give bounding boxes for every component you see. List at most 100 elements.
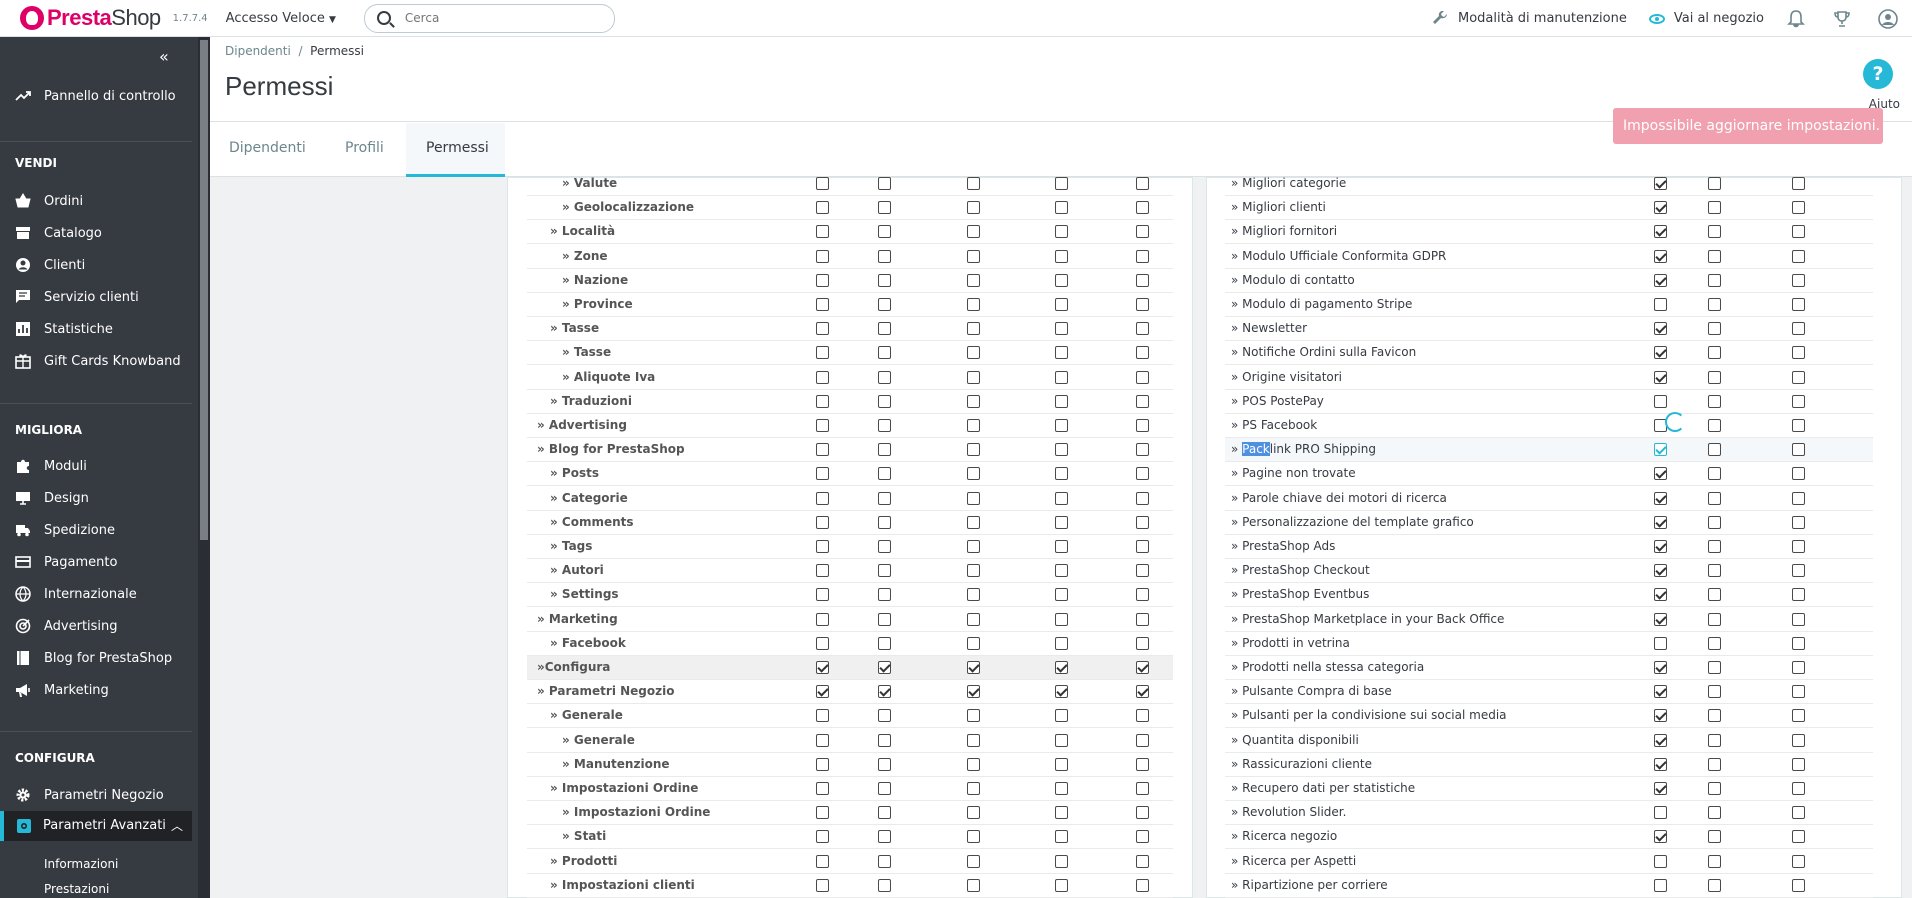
permission-checkbox[interactable] bbox=[967, 612, 980, 626]
bell-icon[interactable] bbox=[1786, 9, 1806, 29]
permission-checkbox[interactable] bbox=[878, 564, 891, 578]
permission-checkbox[interactable] bbox=[1792, 491, 1805, 505]
permission-checkbox[interactable] bbox=[1136, 443, 1149, 457]
permission-checkbox[interactable] bbox=[1654, 588, 1667, 602]
permission-checkbox[interactable] bbox=[1708, 540, 1721, 553]
permission-checkbox[interactable] bbox=[878, 515, 891, 529]
permission-checkbox[interactable] bbox=[1792, 612, 1805, 626]
permission-checkbox[interactable] bbox=[1792, 564, 1805, 578]
permission-checkbox[interactable] bbox=[1792, 540, 1805, 553]
permission-checkbox[interactable] bbox=[816, 298, 829, 311]
permission-checkbox[interactable] bbox=[878, 491, 891, 505]
sidebar-item-customer-service[interactable]: Servizio clienti bbox=[0, 284, 192, 310]
tab-employees[interactable]: Dipendenti bbox=[229, 140, 306, 156]
permission-checkbox[interactable] bbox=[1654, 782, 1667, 795]
permission-checkbox[interactable] bbox=[967, 370, 980, 384]
permission-checkbox[interactable] bbox=[816, 394, 829, 408]
permission-checkbox[interactable] bbox=[1136, 588, 1149, 602]
permission-checkbox[interactable] bbox=[1708, 685, 1721, 699]
permission-checkbox[interactable] bbox=[1792, 854, 1805, 868]
help-icon[interactable]: ? bbox=[1863, 59, 1893, 89]
sidebar-subitem-performance[interactable]: Prestazioni bbox=[44, 882, 109, 896]
permission-checkbox[interactable] bbox=[878, 782, 891, 795]
permission-checkbox[interactable] bbox=[1708, 249, 1721, 263]
permission-checkbox[interactable] bbox=[816, 540, 829, 553]
permission-checkbox[interactable] bbox=[878, 830, 891, 844]
sidebar-item-blog[interactable]: Blog for PrestaShop bbox=[0, 645, 192, 671]
permission-checkbox[interactable] bbox=[878, 733, 891, 747]
permission-checkbox[interactable] bbox=[816, 806, 829, 820]
permission-checkbox[interactable] bbox=[816, 757, 829, 771]
permission-checkbox[interactable] bbox=[967, 394, 980, 408]
permission-checkbox[interactable] bbox=[816, 612, 829, 626]
permission-checkbox[interactable] bbox=[967, 491, 980, 505]
permission-checkbox[interactable] bbox=[1792, 830, 1805, 844]
permission-checkbox[interactable] bbox=[878, 878, 891, 892]
permission-checkbox[interactable] bbox=[1792, 201, 1805, 215]
permission-checkbox[interactable] bbox=[1136, 830, 1149, 844]
sidebar-item-customers[interactable]: Clienti bbox=[0, 252, 192, 278]
permission-checkbox[interactable] bbox=[1136, 854, 1149, 868]
permission-checkbox[interactable] bbox=[878, 394, 891, 408]
permission-checkbox[interactable] bbox=[967, 540, 980, 553]
permission-checkbox[interactable] bbox=[1654, 685, 1667, 699]
error-alert[interactable]: Impossibile aggiornare impostazioni. × bbox=[1613, 108, 1883, 170]
permission-checkbox[interactable] bbox=[967, 419, 980, 432]
permission-checkbox[interactable] bbox=[1654, 661, 1667, 674]
sidebar-item-marketing[interactable]: Marketing bbox=[0, 677, 192, 703]
permission-checkbox[interactable] bbox=[1055, 225, 1068, 239]
permission-checkbox[interactable] bbox=[1055, 733, 1068, 747]
search-icon[interactable] bbox=[376, 11, 391, 25]
permission-checkbox[interactable] bbox=[1708, 322, 1721, 336]
permission-checkbox[interactable] bbox=[878, 636, 891, 650]
permission-checkbox[interactable] bbox=[816, 177, 829, 190]
permission-checkbox[interactable] bbox=[967, 201, 980, 215]
permission-checkbox[interactable] bbox=[1654, 636, 1667, 650]
permission-checkbox[interactable] bbox=[1792, 467, 1805, 481]
permission-checkbox[interactable] bbox=[1654, 733, 1667, 747]
sidebar-item-shop-parameters[interactable]: Parametri Negozio bbox=[0, 782, 192, 808]
permission-checkbox[interactable] bbox=[1708, 177, 1721, 190]
permission-checkbox[interactable] bbox=[878, 273, 891, 287]
permission-checkbox[interactable] bbox=[1654, 515, 1667, 529]
permission-checkbox[interactable] bbox=[1792, 346, 1805, 360]
permission-checkbox[interactable] bbox=[1708, 225, 1721, 239]
permission-checkbox[interactable] bbox=[1055, 540, 1068, 553]
permission-checkbox[interactable] bbox=[1136, 685, 1149, 699]
sidebar-item-shipping[interactable]: Spedizione bbox=[0, 517, 192, 543]
permission-checkbox[interactable] bbox=[1654, 322, 1667, 336]
permission-checkbox[interactable] bbox=[1055, 201, 1068, 215]
visit-shop-link[interactable]: Vai al negozio bbox=[1648, 11, 1764, 26]
permission-checkbox[interactable] bbox=[878, 249, 891, 263]
sidebar-item-orders[interactable]: Ordini bbox=[0, 188, 192, 214]
permission-checkbox[interactable] bbox=[1654, 830, 1667, 844]
permission-checkbox[interactable] bbox=[1708, 854, 1721, 868]
permission-checkbox[interactable] bbox=[1055, 419, 1068, 432]
permission-checkbox[interactable] bbox=[1654, 346, 1667, 360]
permission-checkbox[interactable] bbox=[1792, 419, 1805, 432]
permission-checkbox[interactable] bbox=[1055, 273, 1068, 287]
permission-checkbox[interactable] bbox=[1136, 225, 1149, 239]
sidebar-item-stats[interactable]: Statistiche bbox=[0, 316, 192, 342]
permission-checkbox[interactable] bbox=[967, 588, 980, 602]
permission-checkbox[interactable] bbox=[967, 782, 980, 795]
permission-checkbox[interactable] bbox=[1708, 661, 1721, 674]
permission-checkbox[interactable] bbox=[878, 370, 891, 384]
permission-checkbox[interactable] bbox=[1708, 830, 1721, 844]
permission-checkbox[interactable] bbox=[816, 370, 829, 384]
permission-checkbox[interactable] bbox=[1792, 661, 1805, 674]
sidebar-subitem-information[interactable]: Informazioni bbox=[44, 857, 118, 871]
permission-checkbox[interactable] bbox=[1708, 588, 1721, 602]
permission-checkbox[interactable] bbox=[816, 661, 829, 674]
permission-checkbox[interactable] bbox=[1055, 588, 1068, 602]
permission-checkbox[interactable] bbox=[967, 177, 980, 190]
search-box[interactable] bbox=[363, 3, 615, 33]
permission-checkbox[interactable] bbox=[1654, 491, 1667, 505]
permission-checkbox[interactable] bbox=[967, 298, 980, 311]
permission-checkbox[interactable] bbox=[1708, 298, 1721, 311]
permission-checkbox[interactable] bbox=[1708, 273, 1721, 287]
permission-checkbox[interactable] bbox=[1055, 709, 1068, 723]
permission-checkbox[interactable] bbox=[1654, 298, 1667, 311]
permission-checkbox[interactable] bbox=[1792, 394, 1805, 408]
permission-checkbox[interactable] bbox=[967, 854, 980, 868]
